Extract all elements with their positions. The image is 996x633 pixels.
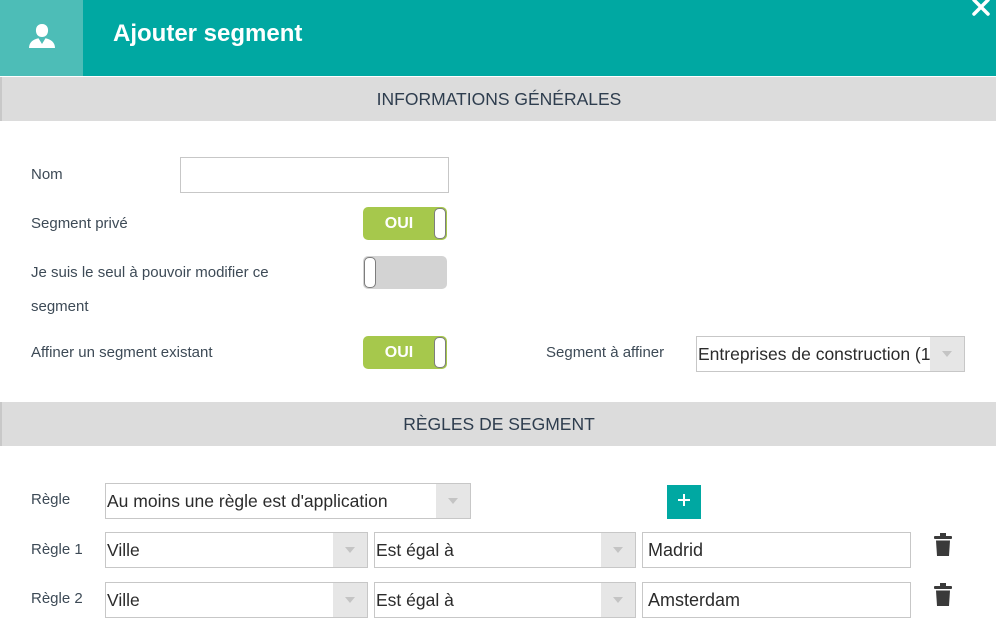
toggle-knob [434,337,446,368]
rule-1-field-select[interactable]: Ville [105,532,368,568]
select-value: Est égal à [376,590,454,610]
refine-segment-label: Affiner un segment existant [31,344,213,361]
rule-2-operator-select[interactable]: Est égal à [374,582,636,618]
private-segment-toggle[interactable]: OUI [363,207,447,240]
private-toggle-text: OUI [384,215,414,232]
select-value: Entreprises de construction (1 [698,344,930,364]
rule-1-value-input[interactable] [642,532,911,568]
close-icon [972,0,990,21]
rule-2-delete-button[interactable] [933,583,953,611]
rule-mode-select[interactable]: Au moins une règle est d'application [105,483,471,519]
toggle-knob [364,257,376,288]
chevron-down-icon [601,583,635,617]
rule-1-label: Règle 1 [31,541,83,558]
refine-segment-toggle[interactable]: OUI [363,336,447,369]
private-segment-label: Segment privé [31,215,128,232]
chevron-down-icon [333,583,367,617]
chevron-down-icon [601,533,635,567]
rule-mode-label: Règle [31,491,71,508]
header-icon-box [0,0,83,76]
section-general-title: INFORMATIONS GÉNÉRALES [0,77,996,121]
segment-to-refine-select[interactable]: Entreprises de construction (1 [696,336,965,372]
only-me-toggle[interactable] [363,256,447,289]
rule-2-field-select[interactable]: Ville [105,582,368,618]
rule-2-label: Règle 2 [31,590,83,607]
name-label: Nom [31,166,63,183]
chevron-down-icon [333,533,367,567]
select-value: Est égal à [376,540,454,560]
chevron-down-icon [930,337,964,371]
rule-1-delete-button[interactable] [933,533,953,561]
toggle-knob [434,208,446,239]
name-input[interactable] [180,157,449,193]
only-me-label: Je suis le seul à pouvoir modifier ce se… [31,264,269,315]
refine-toggle-text: OUI [384,344,414,361]
dialog-header: Ajouter segment [0,0,996,76]
section-rules-title: RÈGLES DE SEGMENT [0,402,996,446]
segment-to-refine-label: Segment à affiner [546,344,665,361]
trash-icon [934,583,952,611]
chevron-down-icon [436,484,470,518]
trash-icon [934,533,952,561]
user-icon [27,23,57,54]
select-value: Ville [107,540,140,560]
select-value: Ville [107,590,140,610]
rule-2-value-input[interactable] [642,582,911,618]
plus-icon [677,493,691,512]
add-rule-button[interactable] [667,485,701,519]
close-button[interactable] [970,0,992,20]
rule-1-operator-select[interactable]: Est égal à [374,532,636,568]
dialog-title: Ajouter segment [113,20,303,47]
select-value: Au moins une règle est d'application [107,491,388,511]
